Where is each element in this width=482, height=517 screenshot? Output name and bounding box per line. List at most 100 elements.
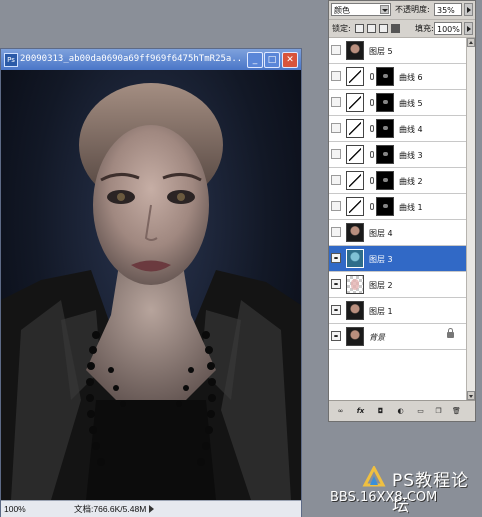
visibility-toggle[interactable] — [331, 97, 341, 107]
trash-icon[interactable]: 🗑 — [451, 406, 462, 417]
link-icon — [370, 125, 374, 132]
layer-thumbnail — [346, 275, 364, 294]
scroll-up-icon[interactable] — [467, 38, 475, 47]
fill-slider-arrow-icon[interactable] — [464, 22, 473, 35]
layers-list: 图层 5 曲线 6 曲线 5 曲线 4 曲线 3 曲线 2 曲线 1 图层 4 … — [329, 38, 466, 400]
layer-name: 曲线 5 — [399, 99, 423, 108]
fill-input[interactable]: 100% — [434, 22, 462, 35]
fill-label: 填充: — [415, 24, 434, 33]
visibility-toggle[interactable] — [331, 279, 341, 289]
layer-mask-thumbnail[interactable] — [376, 93, 394, 112]
link-icon — [370, 151, 374, 158]
layer-mask-thumbnail[interactable] — [376, 197, 394, 216]
visibility-toggle[interactable] — [331, 175, 341, 185]
adjustment-layer-icon[interactable]: ◐ — [395, 406, 406, 417]
add-mask-icon[interactable]: ◘ — [375, 406, 386, 417]
layer-row[interactable]: 曲线 5 — [329, 90, 466, 116]
image-canvas[interactable] — [1, 70, 301, 500]
visibility-toggle[interactable] — [331, 227, 341, 237]
layer-row[interactable]: 图层 4 — [329, 220, 466, 246]
minimize-button[interactable]: _ — [247, 52, 263, 68]
visibility-toggle[interactable] — [331, 331, 341, 341]
link-icon — [370, 73, 374, 80]
layer-thumbnail — [346, 223, 364, 242]
layer-name: 背景 — [369, 333, 385, 342]
layer-mask-thumbnail[interactable] — [376, 145, 394, 164]
layer-row[interactable]: 曲线 3 — [329, 142, 466, 168]
lock-icon — [447, 328, 454, 338]
lock-label: 锁定: — [332, 24, 351, 33]
layer-thumbnail — [346, 301, 364, 320]
layer-row[interactable]: 图层 1 — [329, 298, 466, 324]
layer-name: 图层 2 — [369, 281, 393, 290]
new-group-icon[interactable]: ▭ — [415, 406, 426, 417]
document-title-bar[interactable]: Ps 20090313_ab00da0690a69ff969f6475hTmR2… — [1, 49, 301, 70]
blend-mode-select[interactable]: 颜色 — [331, 3, 391, 16]
layer-mask-thumbnail[interactable] — [376, 67, 394, 86]
link-icon — [370, 203, 374, 210]
layer-name: 曲线 3 — [399, 151, 423, 160]
portrait-image — [1, 83, 301, 500]
layer-row[interactable]: 曲线 1 — [329, 194, 466, 220]
curves-icon — [346, 197, 364, 216]
curves-icon — [346, 67, 364, 86]
scroll-down-icon[interactable] — [467, 391, 475, 400]
layer-name: 曲线 1 — [399, 203, 423, 212]
layer-mask-thumbnail[interactable] — [376, 171, 394, 190]
layer-thumbnail — [346, 327, 364, 346]
document-title: 20090313_ab00da0690a69ff969f6475hTmR25a.… — [20, 54, 240, 64]
layer-name: 图层 1 — [369, 307, 393, 316]
blend-mode-value: 颜色 — [334, 6, 350, 15]
chevron-down-icon[interactable] — [380, 5, 389, 14]
opacity-label: 不透明度: — [395, 5, 430, 14]
link-layers-icon[interactable]: ∞ — [335, 406, 346, 417]
photoshop-icon: Ps — [4, 53, 18, 67]
maximize-button[interactable]: □ — [264, 52, 280, 68]
opacity-input[interactable]: 35% — [434, 3, 462, 16]
layer-options-row: 颜色 不透明度: 35% — [329, 1, 475, 20]
lock-image-icon[interactable] — [367, 24, 376, 33]
layer-mask-thumbnail[interactable] — [376, 119, 394, 138]
layer-name: 曲线 6 — [399, 73, 423, 82]
visibility-toggle[interactable] — [331, 123, 341, 133]
opacity-slider-arrow-icon[interactable] — [464, 3, 473, 16]
layer-name: 曲线 2 — [399, 177, 423, 186]
watermark-url: BBS.16XX8.COM — [330, 490, 438, 505]
lock-all-icon[interactable] — [391, 24, 400, 33]
lock-transparency-icon[interactable] — [355, 24, 364, 33]
status-bar: 100% 文档:766.6K/5.48M — [1, 500, 301, 517]
layers-scrollbar[interactable] — [466, 38, 475, 400]
layer-row[interactable]: 图层 5 — [329, 38, 466, 64]
layer-row-background[interactable]: 背景 — [329, 324, 466, 350]
layer-thumbnail — [346, 249, 364, 268]
layer-row[interactable]: 图层 2 — [329, 272, 466, 298]
layer-row[interactable]: 曲线 2 — [329, 168, 466, 194]
layer-row-selected[interactable]: 图层 3 — [329, 246, 466, 272]
lock-row: 锁定: 填充: 100% — [329, 20, 475, 38]
close-button[interactable]: ✕ — [282, 52, 298, 68]
layer-name: 图层 3 — [369, 255, 393, 264]
layer-name: 曲线 4 — [399, 125, 423, 134]
new-layer-icon[interactable]: ❐ — [433, 406, 444, 417]
layers-panel: 颜色 不透明度: 35% 锁定: 填充: 100% 图层 5 曲线 6 曲线 5… — [328, 0, 476, 422]
visibility-toggle[interactable] — [331, 253, 341, 263]
fx-icon[interactable]: fx — [355, 406, 366, 417]
curves-icon — [346, 171, 364, 190]
visibility-toggle[interactable] — [331, 305, 341, 315]
visibility-toggle[interactable] — [331, 71, 341, 81]
link-icon — [370, 177, 374, 184]
lock-position-icon[interactable] — [379, 24, 388, 33]
status-menu-arrow-icon[interactable] — [149, 505, 154, 513]
layer-thumbnail — [346, 41, 364, 60]
watermark-logo-icon — [362, 466, 386, 487]
layers-bottom-toolbar: ∞ fx ◘ ◐ ▭ ❐ 🗑 — [329, 400, 475, 422]
document-window[interactable]: Ps 20090313_ab00da0690a69ff969f6475hTmR2… — [0, 48, 302, 517]
link-icon — [370, 99, 374, 106]
visibility-toggle[interactable] — [331, 201, 341, 211]
layer-name: 图层 5 — [369, 47, 393, 56]
visibility-toggle[interactable] — [331, 45, 341, 55]
layer-row[interactable]: 曲线 4 — [329, 116, 466, 142]
curves-icon — [346, 93, 364, 112]
visibility-toggle[interactable] — [331, 149, 341, 159]
layer-row[interactable]: 曲线 6 — [329, 64, 466, 90]
